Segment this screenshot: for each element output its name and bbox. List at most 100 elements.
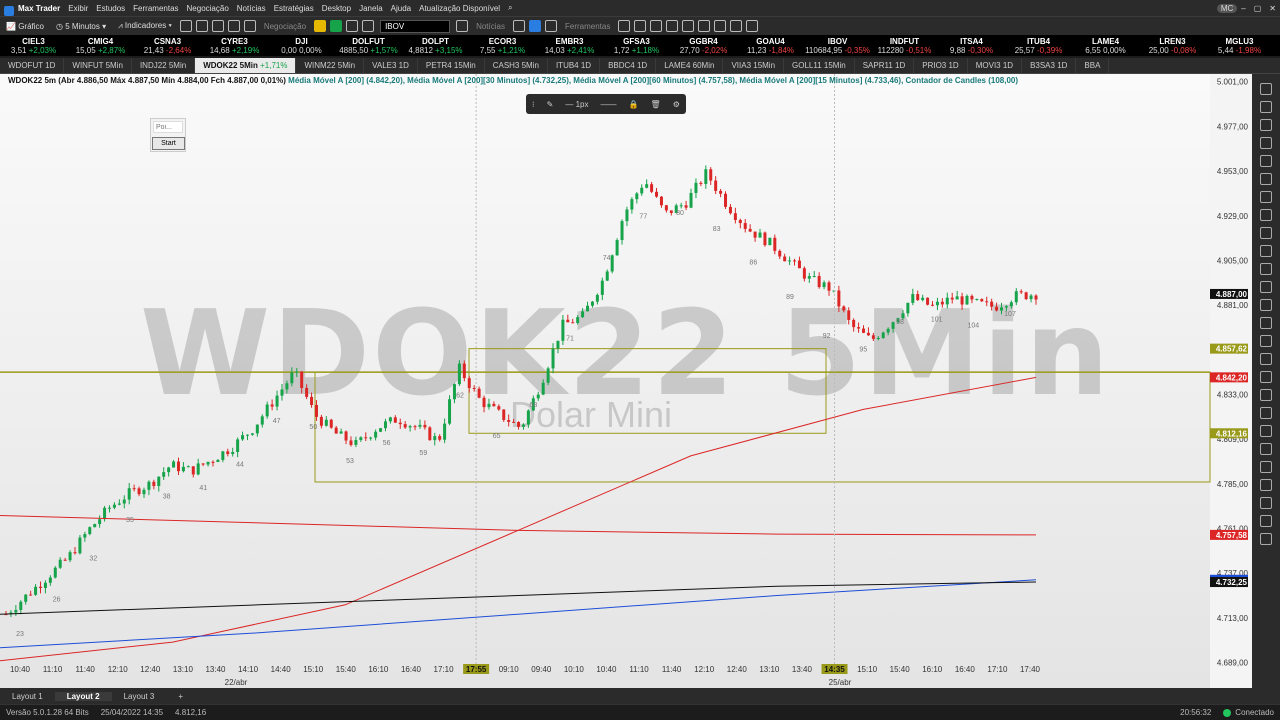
drawing-tool-icon[interactable] <box>1260 461 1272 473</box>
maximize-icon[interactable]: ▢ <box>1250 4 1266 13</box>
chart-tab[interactable]: BBA <box>1076 58 1110 73</box>
drawing-tool-icon[interactable] <box>1260 425 1272 437</box>
menu-desktop[interactable]: Desktop <box>318 4 355 13</box>
drawing-tool-icon[interactable] <box>1260 353 1272 365</box>
tool-4-icon[interactable] <box>666 20 679 32</box>
chart-tab[interactable]: WDOFUT 1D <box>0 58 65 73</box>
start-button[interactable]: Start <box>152 137 185 150</box>
drawing-tool-icon[interactable] <box>1260 209 1272 221</box>
menu-exibir[interactable]: Exibir <box>64 4 92 13</box>
ticker-item[interactable]: INDFUT 112280 -0,51% <box>871 37 938 55</box>
ticker-item[interactable]: GOAU4 11,23 -1,84% <box>737 37 804 55</box>
chart-tab[interactable]: B3SA3 1D <box>1022 58 1077 73</box>
chart-tab[interactable]: GOLL11 15Min <box>784 58 855 73</box>
drawing-tool-icon[interactable] <box>1260 245 1272 257</box>
search-icon[interactable]: ⌕ <box>504 3 516 13</box>
settings-icon[interactable] <box>227 20 240 32</box>
tool-1-icon[interactable] <box>618 20 631 32</box>
menu-negociacao[interactable]: Negociação <box>183 4 233 13</box>
drawing-tool-icon[interactable] <box>1260 281 1272 293</box>
drawing-tool-icon[interactable] <box>1260 317 1272 329</box>
menu-ferramentas[interactable]: Ferramentas <box>129 4 182 13</box>
drawing-tool-icon[interactable] <box>1260 173 1272 185</box>
line-style-icon[interactable]: —— <box>601 100 617 109</box>
ticker-item[interactable]: IBOV 110684,95 -0,35% <box>804 37 871 55</box>
layout-tab-2[interactable]: Layout 2 <box>54 691 112 701</box>
zoom-fit-icon[interactable] <box>211 20 224 32</box>
position-icon[interactable] <box>362 20 375 32</box>
ticker-item[interactable]: MRVE311,00 +1,95% <box>1273 37 1280 55</box>
chart-tab[interactable]: VALE3 1D <box>364 58 418 73</box>
trash-icon[interactable]: 🗑 <box>651 100 661 109</box>
drawing-tool-icon[interactable] <box>1260 407 1272 419</box>
lock-icon[interactable]: 🔒 <box>629 100 639 109</box>
ticker-item[interactable]: GGBR4 27,70 -2,02% <box>670 37 737 55</box>
drawing-tool-icon[interactable] <box>1260 299 1272 311</box>
drawing-tool-icon[interactable] <box>1260 497 1272 509</box>
chart-tab[interactable]: LAME4 60Min <box>656 58 724 73</box>
chart-button[interactable]: 📈 Gráfico <box>0 22 50 31</box>
menu-estudos[interactable]: Estudos <box>92 4 129 13</box>
settings-sliders-icon[interactable]: ⚙ <box>673 100 680 109</box>
drawing-tool-icon[interactable] <box>1260 479 1272 491</box>
drawing-tool-icon[interactable] <box>1260 191 1272 203</box>
menu-janela[interactable]: Janela <box>355 4 387 13</box>
drawing-tool-icon[interactable] <box>1260 137 1272 149</box>
tool-2-icon[interactable] <box>634 20 647 32</box>
drawing-tool-icon[interactable] <box>1260 155 1272 167</box>
ticker-item[interactable]: DJI 0,00 0,00% <box>268 37 335 55</box>
order-v-icon[interactable] <box>330 20 343 32</box>
ticker-item[interactable]: ITSA4 9,88 -0,30% <box>938 37 1005 55</box>
zoom-in-icon[interactable] <box>179 20 192 32</box>
drawing-tool-icon[interactable] <box>1260 515 1272 527</box>
chart-tab[interactable]: ITUB4 1D <box>548 58 601 73</box>
chart-tab[interactable]: PETR4 15Min <box>418 58 485 73</box>
pencil-icon[interactable]: ✎ <box>547 100 554 109</box>
drawing-tool-icon[interactable] <box>1260 263 1272 275</box>
ticker-item[interactable]: ECOR3 7,55 +1,21% <box>469 37 536 55</box>
interval-select[interactable]: ◷ 5 Minutos ▾ <box>50 22 112 31</box>
alarm-icon[interactable] <box>682 20 695 32</box>
news-icon[interactable] <box>512 20 525 32</box>
chart-tab[interactable]: WINM22 5Min <box>296 58 365 73</box>
menu-atualizacao[interactable]: Atualização Disponível <box>415 4 504 13</box>
close-icon[interactable]: ✕ <box>1265 4 1280 13</box>
tool-6-icon[interactable] <box>714 20 727 32</box>
drawing-tool-icon[interactable] <box>1260 83 1272 95</box>
ticker-item[interactable]: EMBR3 14,03 +2,41% <box>536 37 603 55</box>
order-book-icon[interactable] <box>346 20 359 32</box>
drawing-tool-icon[interactable] <box>1260 335 1272 347</box>
layout-tab-1[interactable]: Layout 1 <box>0 692 55 701</box>
ticker-item[interactable]: CSNA3 21,43 -2,64% <box>134 37 201 55</box>
drawing-tool-icon[interactable] <box>1260 227 1272 239</box>
mini-panel-input[interactable] <box>153 121 183 133</box>
ticker-item[interactable]: DOLFUT 4885,50 +1,57% <box>335 37 402 55</box>
ticker-item[interactable]: CYRE3 14,68 +2,19% <box>201 37 268 55</box>
chart-tab[interactable]: VIIA3 15Min <box>723 58 785 73</box>
drawing-tool-icon[interactable] <box>1260 389 1272 401</box>
chart-tab[interactable]: PRIO3 1D <box>914 58 968 73</box>
drawing-tool-icon[interactable] <box>1260 119 1272 131</box>
chart-tab[interactable]: WINFUT 5Min <box>64 58 132 73</box>
candlestick-chart[interactable]: 5.001,00 4.977,00 4.953,00 4.929,00 4.905,00… <box>0 74 1252 688</box>
layout-tab-3[interactable]: Layout 3 <box>112 692 167 701</box>
indicators-button[interactable]: ⩘ Indicadores ▾ <box>112 21 178 31</box>
tool-3-icon[interactable] <box>650 20 663 32</box>
drawing-tool-icon[interactable] <box>1260 371 1272 383</box>
user-badge[interactable]: MC <box>1216 3 1238 13</box>
chart-tab[interactable]: INDJ22 5Min <box>132 58 196 73</box>
add-layout-button[interactable]: + <box>166 692 195 701</box>
calendar-icon[interactable] <box>544 20 557 32</box>
ticker-item[interactable]: DOLPT 4,8812 +3,15% <box>402 37 469 55</box>
chart-tab[interactable]: CASH3 5Min <box>485 58 548 73</box>
ticker-item[interactable]: GFSA3 1,72 +1,18% <box>603 37 670 55</box>
list-icon[interactable] <box>456 20 469 32</box>
drawing-tool-icon[interactable] <box>1260 533 1272 545</box>
ticker-item[interactable]: CMIG4 15,05 +2,87% <box>67 37 134 55</box>
menu-noticias[interactable]: Notícias <box>233 4 270 13</box>
gear-icon[interactable] <box>746 20 759 32</box>
chart-tab[interactable]: MOVI3 1D <box>968 58 1023 73</box>
ticker-item[interactable]: CIEL3 3,51 +2,03% <box>0 37 67 55</box>
ticker-item[interactable]: LREN3 25,00 -0,08% <box>1139 37 1206 55</box>
tool-5-icon[interactable] <box>698 20 711 32</box>
